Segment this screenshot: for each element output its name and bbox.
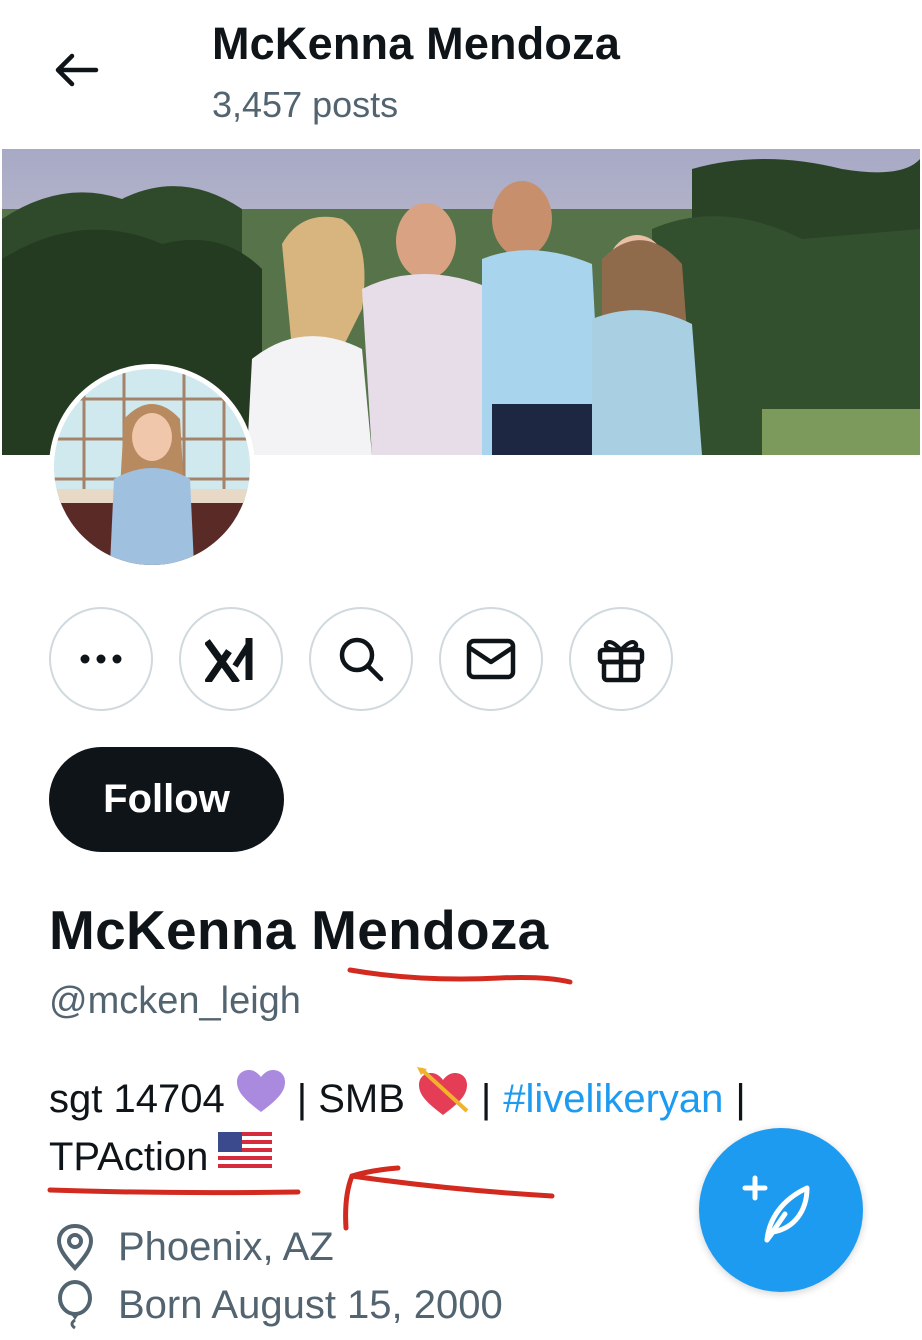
heart-with-arrow-icon [415,1065,471,1133]
post-count: 3,457 posts [212,84,399,125]
mail-icon [466,638,516,680]
message-button[interactable] [439,607,543,711]
bio-text: TPAction [49,1135,209,1179]
top-bar: McKenna Mendoza 3,457 posts [0,0,922,148]
location-row: Phoenix, AZ [50,1222,334,1272]
bio-text: sgt 14704 [49,1077,225,1121]
display-name: McKenna Mendoza [49,899,549,961]
search-icon [339,637,384,682]
header-title: McKenna Mendoza [212,18,621,69]
compose-feather-icon [742,1175,810,1243]
location-text: Phoenix, AZ [118,1224,334,1269]
more-icon [80,654,122,664]
search-button[interactable] [309,607,413,711]
follow-button[interactable]: Follow [49,747,284,852]
bio-text: | SMB [296,1077,405,1121]
compose-post-button[interactable] [699,1128,863,1292]
us-flag-icon [218,1128,273,1186]
location-pin-icon [50,1222,100,1272]
birthday-text: Born August 15, 2000 [118,1282,503,1327]
bio-text: | [735,1077,746,1121]
grok-button[interactable] [179,607,283,711]
gift-button[interactable] [569,607,673,711]
purple-heart-icon [235,1068,287,1130]
profile-avatar[interactable] [49,364,255,570]
arrow-left-icon [55,53,99,87]
birthday-row: Born August 15, 2000 [50,1280,503,1330]
balloon-icon [50,1280,100,1330]
back-button[interactable] [44,38,108,102]
more-button[interactable] [49,607,153,711]
hashtag-link[interactable]: #livelikeryan [503,1070,723,1128]
avatar-photo [54,369,250,565]
user-handle: @mcken_leigh [49,980,301,1022]
bio-text: | [480,1077,492,1121]
gift-icon [597,640,645,683]
grok-icon [205,638,253,682]
